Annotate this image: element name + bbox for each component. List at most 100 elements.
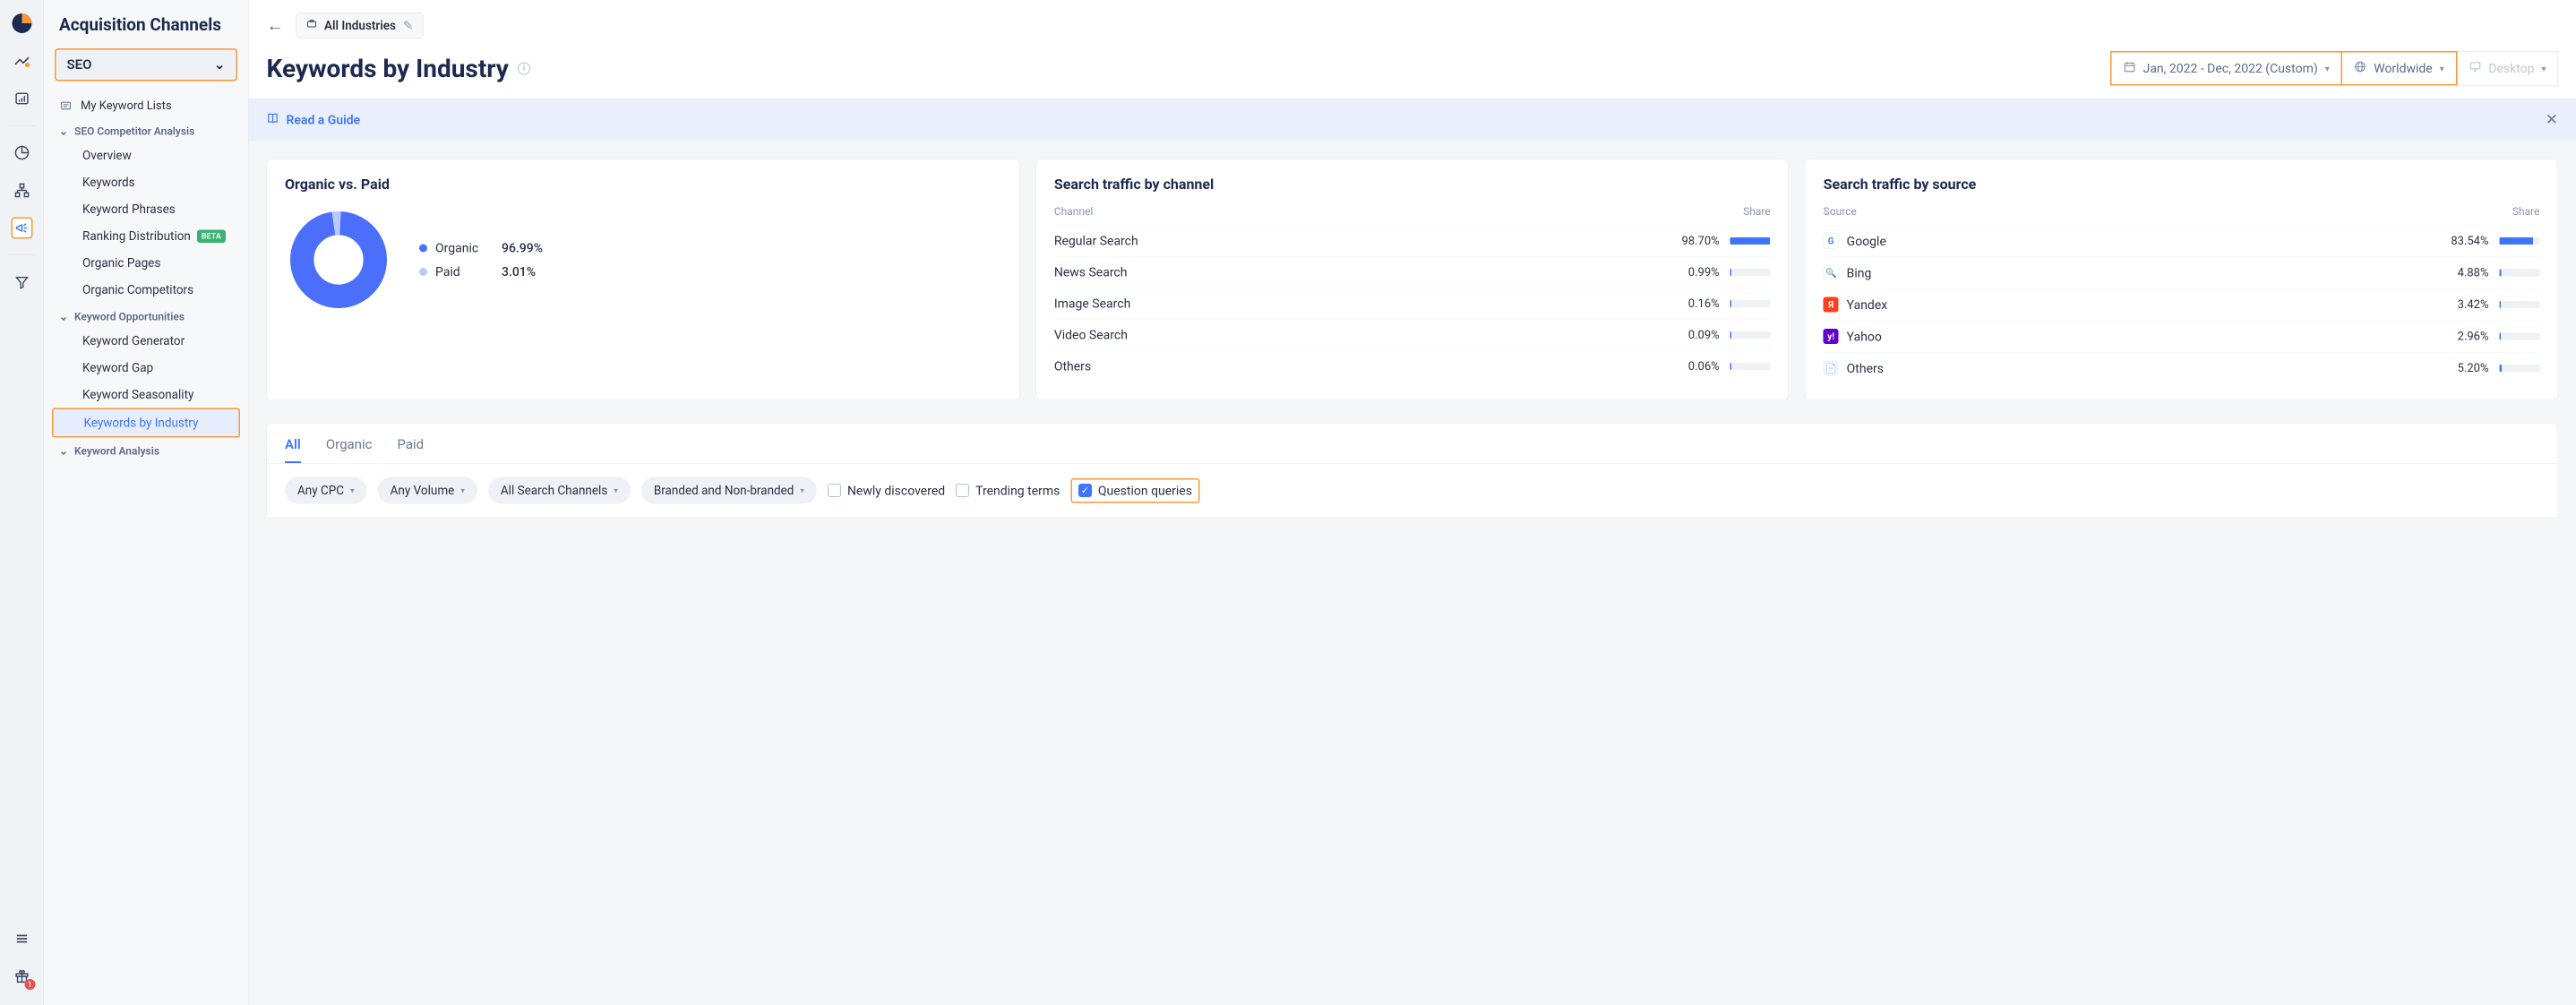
nav-link[interactable]: Keyword Generator [44,328,248,355]
date-range-filter[interactable]: Jan, 2022 - Dec, 2022 (Custom) ▾ [2110,51,2341,86]
filter-chip[interactable]: Any Volume▾ [378,477,477,504]
date-range-label: Jan, 2022 - Dec, 2022 (Custom) [2143,61,2318,76]
seo-dropdown-label: SEO [67,57,92,73]
book-icon [267,112,279,128]
read-guide-link[interactable]: Read a Guide [267,112,361,128]
table-row: Video Search 0.09% [1054,319,1771,350]
chevron-down-icon: ▾ [460,485,465,495]
table-row: Others 0.06% [1054,350,1771,382]
chevron-down-icon: ⌄ [59,125,68,138]
region-filter[interactable]: Worldwide ▾ [2341,51,2458,86]
megaphone-icon[interactable] [11,218,32,239]
section-competitor-label: SEO Competitor Analysis [74,125,194,138]
info-icon[interactable]: i [518,62,530,74]
legend-organic: Organic 96.99% [419,241,543,256]
cards-row: Organic vs. Paid Organic 96.99% [267,159,2559,401]
pie-icon[interactable] [11,142,32,164]
filter-icon[interactable] [11,271,32,293]
table-row: 📄 Others 5.20% [1824,352,2540,384]
nav-link[interactable]: Organic Competitors [44,277,248,304]
org-icon[interactable] [11,180,32,202]
close-banner-button[interactable]: ✕ [2546,111,2558,129]
card-title: Organic vs. Paid [285,176,1001,193]
trends-icon[interactable] [11,50,32,72]
filter-chip[interactable]: Any CPC▾ [285,477,367,504]
globe-icon [2354,61,2366,77]
section-analysis-label: Keyword Analysis [74,445,159,458]
sidebar: Acquisition Channels SEO ⌄ My Keyword Li… [44,0,249,1005]
nav-link[interactable]: Overview [44,142,248,169]
donut-chart [285,206,392,314]
tab[interactable]: Paid [397,437,424,464]
section-analysis[interactable]: ⌄ Keyword Analysis [44,438,248,462]
tab[interactable]: Organic [326,437,373,464]
gift-icon[interactable]: 1 [11,966,32,987]
checkbox-checked: ✓ [1078,484,1092,497]
share-bar [1730,237,1771,245]
gift-badge: 1 [24,979,35,990]
chevron-down-icon: ⌄ [214,57,226,73]
nav-link[interactable]: Keywords [44,169,248,196]
nav-link[interactable]: Keywords by Industry [52,408,240,438]
logo[interactable] [11,13,32,34]
table-row: G Google 83.54% [1824,225,2540,257]
source-icon: G [1824,234,1839,249]
share-bar [2500,365,2540,372]
source-icon: 🔍 [1824,265,1839,280]
card-title: Search traffic by channel [1054,176,1771,193]
device-label: Desktop [2488,61,2534,76]
industry-icon [306,19,317,33]
edit-icon[interactable]: ✎ [403,19,413,33]
nav-link[interactable]: Keyword Seasonality [44,382,248,408]
back-button[interactable]: ← [267,16,284,36]
desktop-icon [2469,61,2481,77]
my-keyword-lists-label: My Keyword Lists [81,99,172,113]
col-channel: Channel [1054,205,1093,218]
device-filter: Desktop ▾ [2457,51,2558,86]
chevron-down-icon: ⌄ [59,445,68,458]
nav-link[interactable]: Keyword Gap [44,355,248,382]
share-bar [2500,333,2540,340]
donut-legend: Organic 96.99% Paid 3.01% [419,241,543,279]
card-title: Search traffic by source [1824,176,2540,193]
check-question-queries[interactable]: ✓ Question queries [1070,478,1199,503]
nav-link[interactable]: Ranking DistributionBETA [44,223,248,250]
caret-down-icon: ▾ [2440,63,2444,73]
nav-link[interactable]: Organic Pages [44,250,248,277]
section-opportunities[interactable]: ⌄ Keyword Opportunities [44,304,248,328]
source-icon: 📄 [1824,361,1839,376]
caret-down-icon: ▾ [2325,63,2330,73]
table-row: 🔍 Bing 4.88% [1824,257,2540,289]
check-trending-terms[interactable]: Trending terms [956,483,1060,498]
filter-chips-row: Any CPC▾ Any Volume▾ All Search Channels▾ B… [267,464,2558,518]
tab[interactable]: All [285,437,301,464]
table-row: Я Yandex 3.42% [1824,288,2540,321]
section-opportunities-label: Keyword Opportunities [74,311,185,323]
dashboard-icon[interactable] [11,88,32,109]
industry-label: All Industries [324,19,396,33]
legend-dot-paid [419,268,427,276]
chevron-down-icon: ▾ [614,485,618,495]
nav-link[interactable]: Keyword Phrases [44,196,248,223]
share-bar [1730,269,1771,276]
icon-rail: 1 [0,0,44,1005]
industry-selector[interactable]: All Industries ✎ [296,13,424,39]
share-bar [2500,301,2540,308]
section-competitor[interactable]: ⌄ SEO Competitor Analysis [44,118,248,142]
table-row: Image Search 0.16% [1054,288,1771,319]
col-share: Share [2512,205,2540,218]
caret-down-icon: ▾ [2541,63,2546,73]
seo-dropdown[interactable]: SEO ⌄ [55,48,237,82]
keyword-table-panel: All Organic Paid Any CPC▾ Any Volume▾ All Se… [267,423,2559,518]
beta-badge: BETA [197,229,226,243]
menu-icon[interactable] [11,928,32,949]
filter-chip[interactable]: All Search Channels▾ [488,477,631,504]
my-keyword-lists[interactable]: My Keyword Lists [44,94,248,118]
calendar-icon [2124,61,2136,77]
check-newly-discovered[interactable]: Newly discovered [828,483,945,498]
table-row: News Search 0.99% [1054,256,1771,288]
share-bar [1730,300,1771,307]
header-row: Keywords by Industry i Jan, 2022 - Dec, … [249,51,2576,99]
filter-chip[interactable]: Branded and Non-branded▾ [641,477,817,504]
share-bar [2500,237,2540,245]
